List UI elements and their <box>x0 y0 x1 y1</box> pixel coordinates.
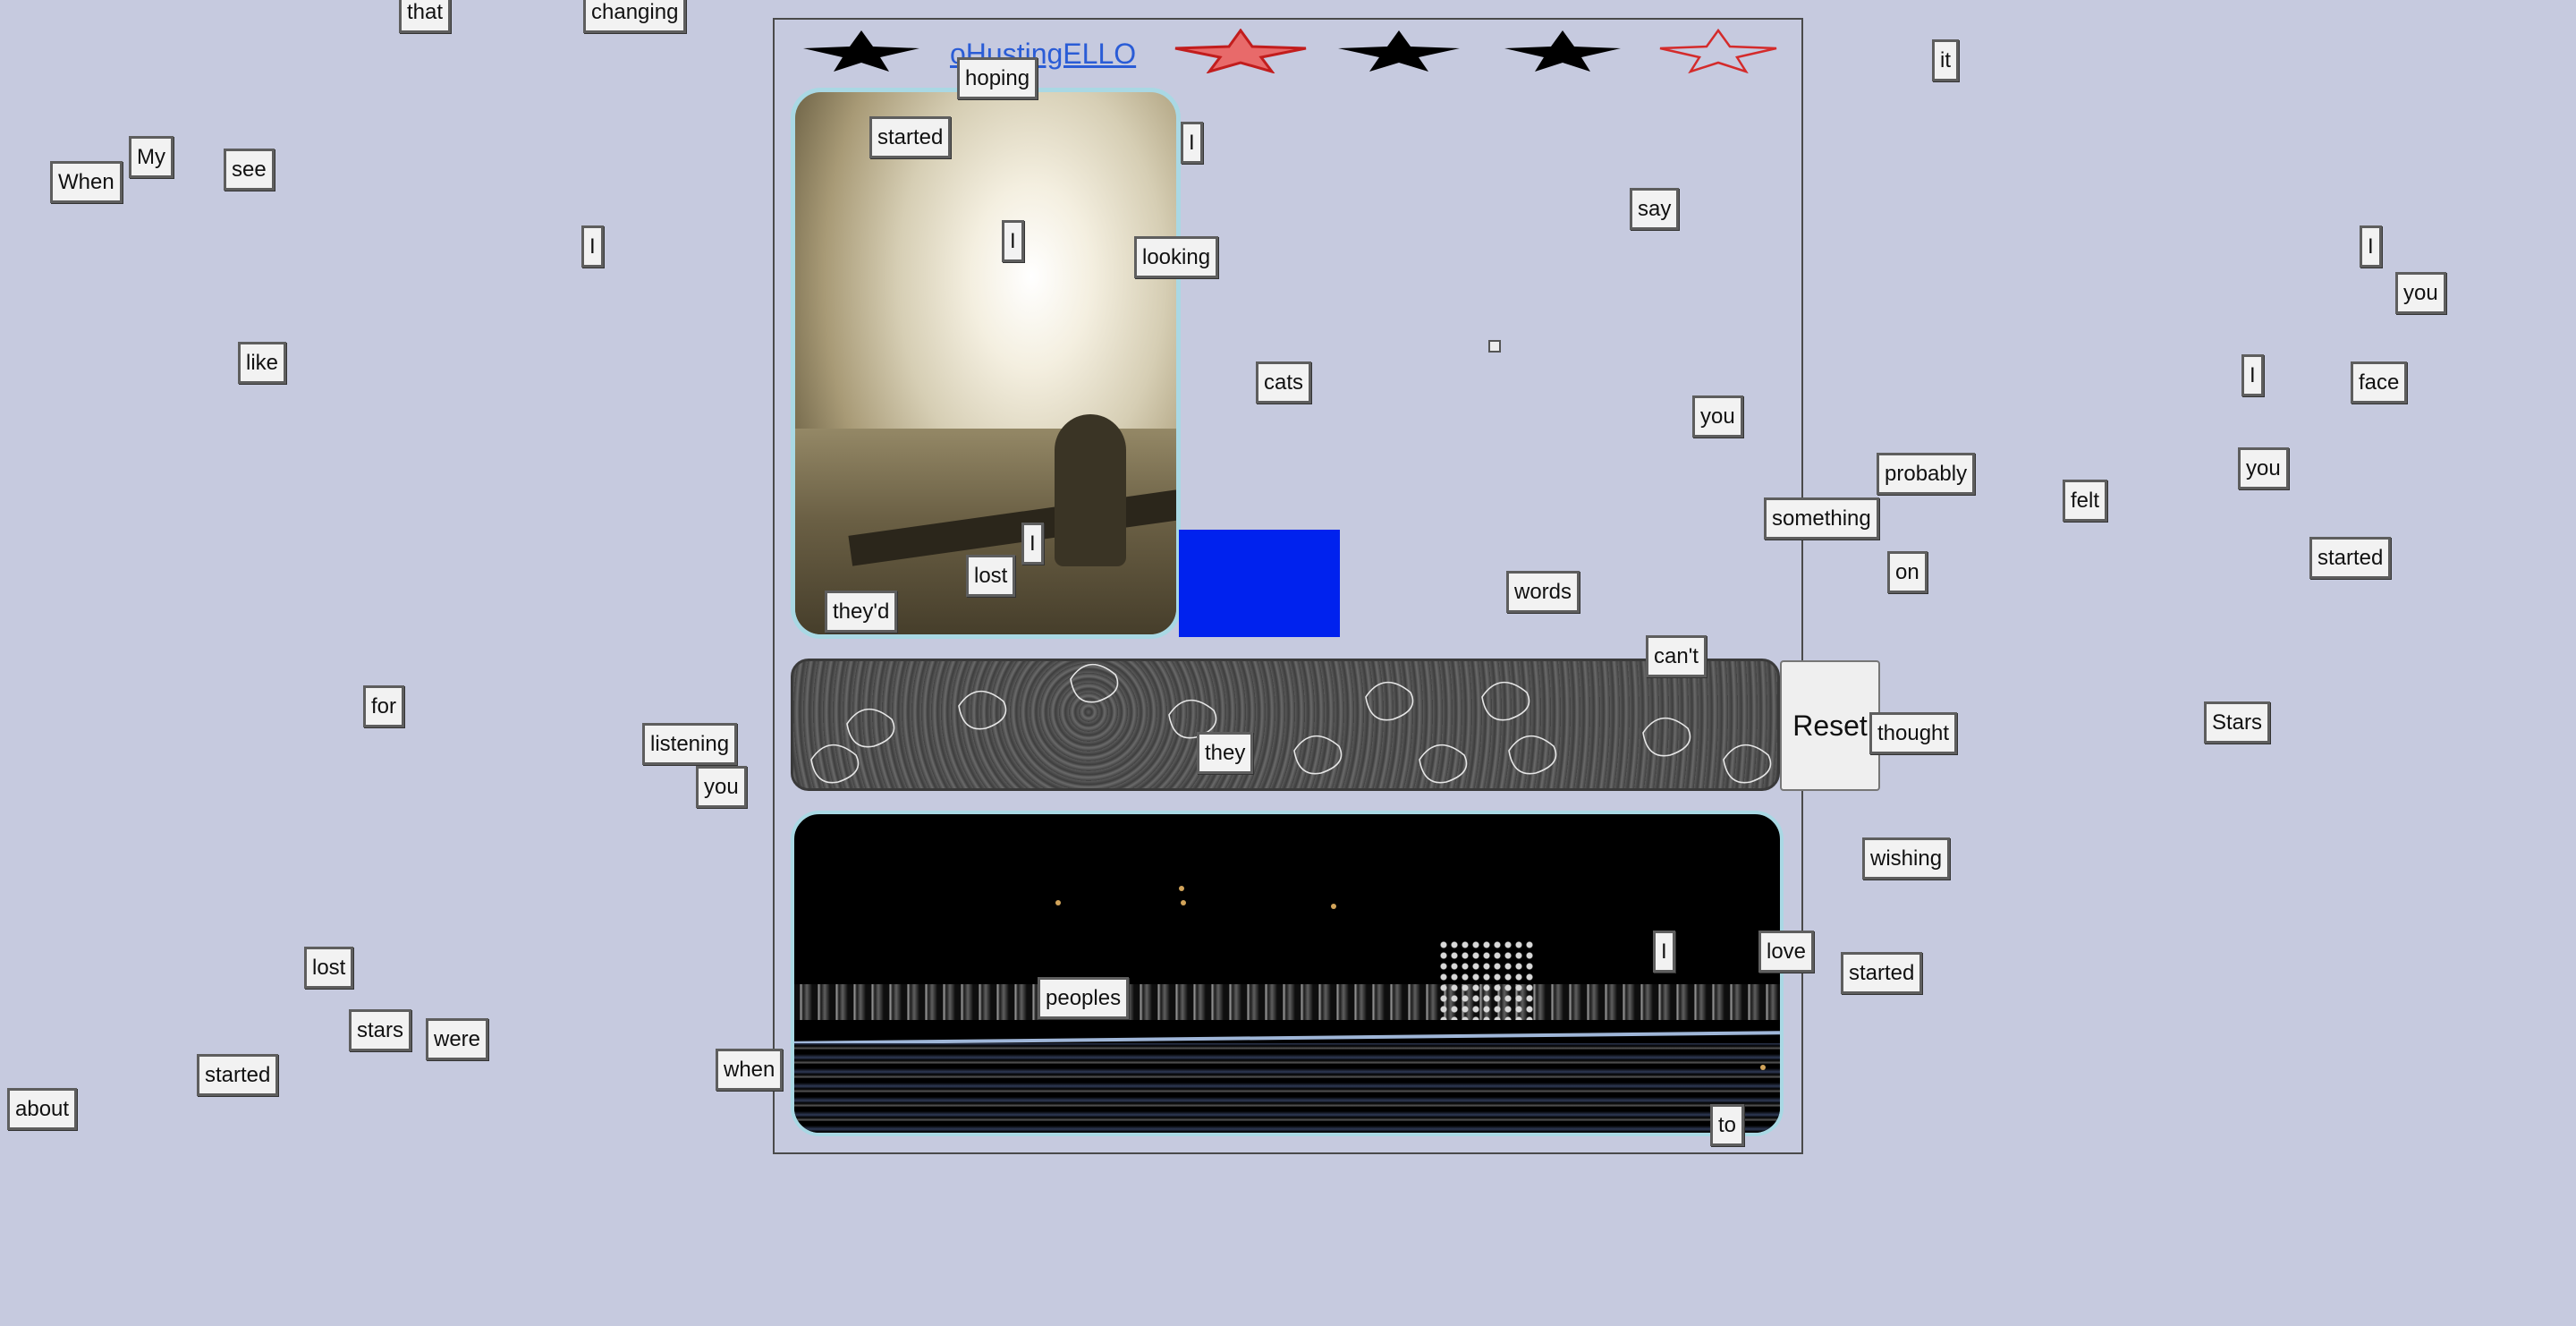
word-magnet[interactable]: Stars <box>2204 701 2271 744</box>
word-magnet[interactable]: face <box>2351 361 2408 404</box>
black-star-icon-2[interactable] <box>1336 29 1462 73</box>
word-magnet[interactable]: when <box>716 1049 784 1091</box>
night-water <box>794 1043 1780 1133</box>
night-light <box>1181 900 1186 905</box>
word-magnet[interactable]: wishing <box>1862 837 1951 880</box>
night-skyline <box>794 984 1780 1020</box>
red-outline-star-icon[interactable] <box>1658 29 1778 73</box>
word-magnet[interactable]: looking <box>1134 236 1219 278</box>
word-magnet[interactable]: for <box>363 685 405 727</box>
word-magnet[interactable]: love <box>1758 931 1815 973</box>
word-magnet[interactable]: they <box>1197 732 1254 774</box>
word-magnet[interactable]: lost <box>304 947 354 989</box>
night-light <box>1760 1065 1766 1070</box>
blue-block <box>1179 530 1340 637</box>
word-magnet[interactable]: listening <box>642 723 738 765</box>
word-magnet[interactable]: My <box>129 136 174 178</box>
word-magnet[interactable]: like <box>238 342 287 384</box>
word-magnet[interactable]: started <box>1841 952 1923 994</box>
word-magnet[interactable]: I <box>1653 931 1675 973</box>
word-magnet[interactable]: on <box>1887 551 1928 593</box>
black-star-icon-3[interactable] <box>1503 29 1623 73</box>
photo-figure <box>1055 414 1126 566</box>
word-magnet[interactable]: started <box>869 116 952 158</box>
word-magnet[interactable]: that <box>399 0 452 33</box>
word-magnet[interactable]: probably <box>1877 453 1976 495</box>
word-magnet[interactable]: started <box>197 1054 279 1096</box>
word-magnet[interactable]: words <box>1506 571 1580 613</box>
red-star-icon-1[interactable] <box>1174 29 1308 73</box>
word-magnet[interactable]: felt <box>2063 480 2108 522</box>
night-light <box>1179 886 1184 891</box>
word-magnet[interactable]: cats <box>1256 361 1312 404</box>
word-magnet[interactable]: see <box>224 149 275 191</box>
word-magnet[interactable]: you <box>1692 395 1743 438</box>
reset-button[interactable]: Reset <box>1780 660 1880 791</box>
word-magnet[interactable]: something <box>1764 497 1879 540</box>
word-magnet[interactable]: lost <box>966 555 1016 597</box>
word-magnet[interactable]: they'd <box>825 591 898 633</box>
word-magnet[interactable]: I <box>1002 220 1024 262</box>
night-skyline-panel <box>791 811 1784 1136</box>
word-magnet[interactable]: it <box>1932 39 1959 81</box>
night-light <box>1055 900 1061 905</box>
word-magnet[interactable]: I <box>2360 225 2382 268</box>
night-tree <box>1438 939 1537 1020</box>
night-light <box>1331 904 1336 909</box>
word-magnet[interactable]: you <box>696 766 747 808</box>
word-magnet[interactable]: peoples <box>1038 977 1130 1019</box>
word-magnet[interactable]: say <box>1630 188 1680 230</box>
tiny-square[interactable] <box>1488 340 1501 353</box>
bunny-pattern <box>810 663 1772 784</box>
word-magnet[interactable]: thought <box>1869 712 1958 754</box>
word-magnet[interactable]: to <box>1710 1104 1745 1146</box>
word-magnet[interactable]: about <box>7 1088 78 1130</box>
word-magnet[interactable]: hoping <box>957 57 1038 99</box>
word-magnet[interactable]: started <box>2309 537 2392 579</box>
word-magnet[interactable]: were <box>426 1018 489 1060</box>
word-magnet[interactable]: I <box>1021 523 1044 565</box>
word-magnet[interactable]: I <box>2241 354 2264 396</box>
word-magnet[interactable]: I <box>581 225 604 268</box>
word-magnet[interactable]: I <box>1181 122 1203 164</box>
black-star-icon-1[interactable] <box>801 29 921 73</box>
word-magnet[interactable]: changing <box>583 0 687 33</box>
bunny-strip-panel <box>791 659 1780 791</box>
word-magnet[interactable]: stars <box>349 1009 412 1051</box>
word-magnet[interactable]: you <box>2238 447 2289 489</box>
word-magnet[interactable]: you <box>2395 272 2446 314</box>
word-magnet[interactable]: When <box>50 161 123 203</box>
word-magnet[interactable]: can't <box>1646 635 1707 677</box>
